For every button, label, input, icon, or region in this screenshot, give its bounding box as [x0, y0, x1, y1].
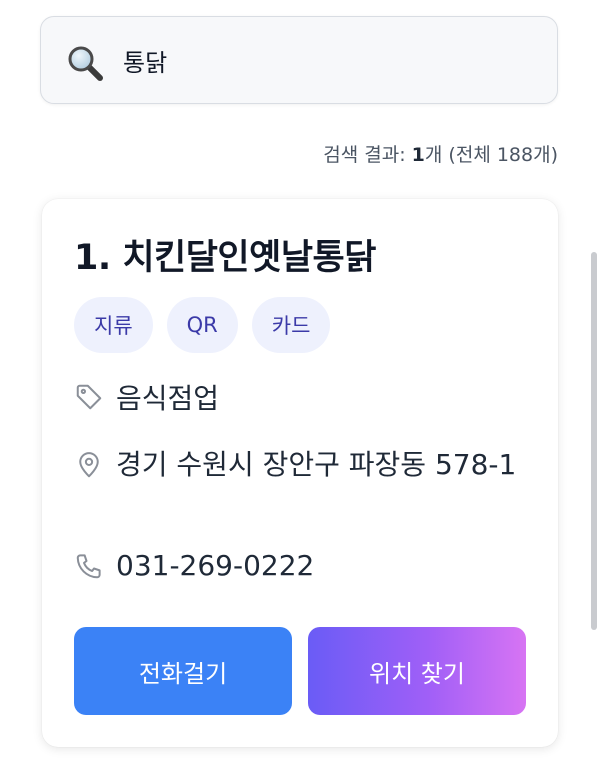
search-input[interactable]: [123, 39, 523, 81]
scrollbar[interactable]: [591, 252, 597, 630]
store-category: 음식점업: [116, 382, 220, 415]
tag-paper: 지류: [74, 297, 153, 353]
tag-icon: [76, 384, 102, 410]
store-phone: 031-269-0222: [116, 549, 315, 582]
store-title: 1. 치킨달인옛날통닭: [74, 238, 376, 278]
tag-card: 카드: [251, 297, 331, 353]
address-row: 경기 수원시 장안구 파장동 578-1: [74, 441, 536, 489]
location-pin-icon: [79, 452, 99, 478]
result-count: 검색 결과: 1개 (전체 188개): [323, 144, 558, 166]
find-location-button[interactable]: 위치 찾기: [308, 627, 526, 715]
call-button[interactable]: 전화걸기: [74, 627, 292, 715]
store-address: 경기 수원시 장안구 파장동 578-1: [116, 448, 517, 481]
payment-tags: 지류 QR 카드: [74, 297, 331, 353]
search-icon: [68, 46, 103, 81]
search-bar[interactable]: [40, 16, 558, 104]
phone-icon: [76, 553, 101, 578]
category-row: 음식점업: [74, 377, 219, 417]
tag-qr: QR: [166, 297, 238, 353]
store-card: 1. 치킨달인옛날통닭 지류 QR 카드 음식점업 경기 수원시 장안구 파장동…: [42, 199, 558, 747]
phone-row: 031-269-0222: [74, 549, 314, 582]
